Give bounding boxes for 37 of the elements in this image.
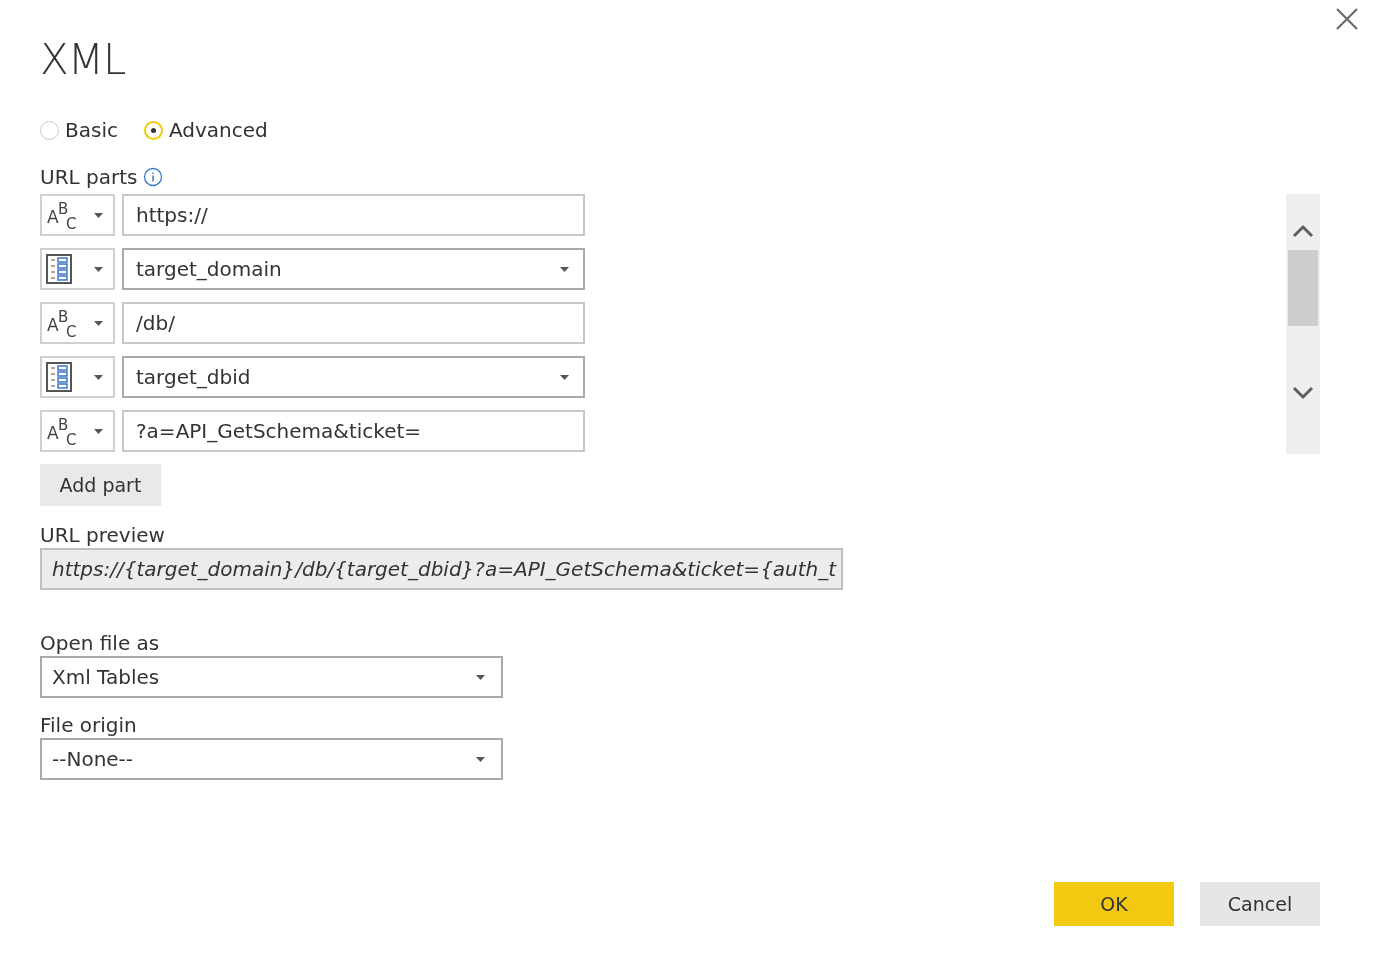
url-preview-field: https://{target_domain}/db/{target_dbid}?a=API_GetSchema&ticket={auth_t (40, 548, 843, 590)
cancel-button[interactable]: Cancel (1200, 882, 1320, 926)
text-part-field[interactable]: https:// (122, 194, 585, 236)
parameter-dropdown[interactable]: target_dbid (122, 356, 585, 398)
caret-icon (94, 374, 103, 380)
text-part-field[interactable]: /db/ (122, 302, 585, 344)
open-file-as-label: Open file as (40, 630, 161, 656)
part-type-dropdown[interactable] (40, 248, 115, 290)
part-type-dropdown[interactable] (40, 356, 115, 398)
parameter-dropdown[interactable]: target_domain (122, 248, 585, 290)
scroll-up-icon[interactable] (1292, 224, 1314, 238)
parameter-list-icon (46, 362, 72, 392)
scroll-thumb[interactable] (1288, 250, 1318, 326)
info-icon[interactable] (143, 167, 164, 187)
mode-radio[interactable]: Advanced (143, 118, 268, 142)
caret-icon (560, 266, 569, 272)
file-origin-label: File origin (40, 712, 138, 738)
dialog-title: XML (40, 34, 127, 86)
caret-icon (560, 374, 569, 380)
caret-icon (476, 756, 485, 762)
ok-button[interactable]: OK (1054, 882, 1174, 926)
caret-icon (476, 674, 485, 680)
caret-icon (94, 320, 103, 326)
caret-icon (94, 266, 103, 272)
caret-icon (94, 428, 103, 434)
open-file-as-dropdown[interactable]: Xml Tables (40, 656, 503, 698)
scrollbar[interactable] (1286, 194, 1320, 454)
file-origin-dropdown[interactable]: --None-- (40, 738, 503, 780)
close-icon[interactable] (1335, 7, 1359, 31)
mode-radio[interactable]: Basic (40, 118, 118, 142)
url-preview-label: URL preview (40, 522, 166, 548)
caret-icon (94, 212, 103, 218)
scroll-down-icon[interactable] (1292, 386, 1314, 400)
add-part-button[interactable]: Add part (40, 464, 161, 506)
parameter-list-icon (46, 254, 72, 284)
url-parts-label: URL parts (40, 164, 138, 190)
text-part-field[interactable]: ?a=API_GetSchema&ticket= (122, 410, 585, 452)
